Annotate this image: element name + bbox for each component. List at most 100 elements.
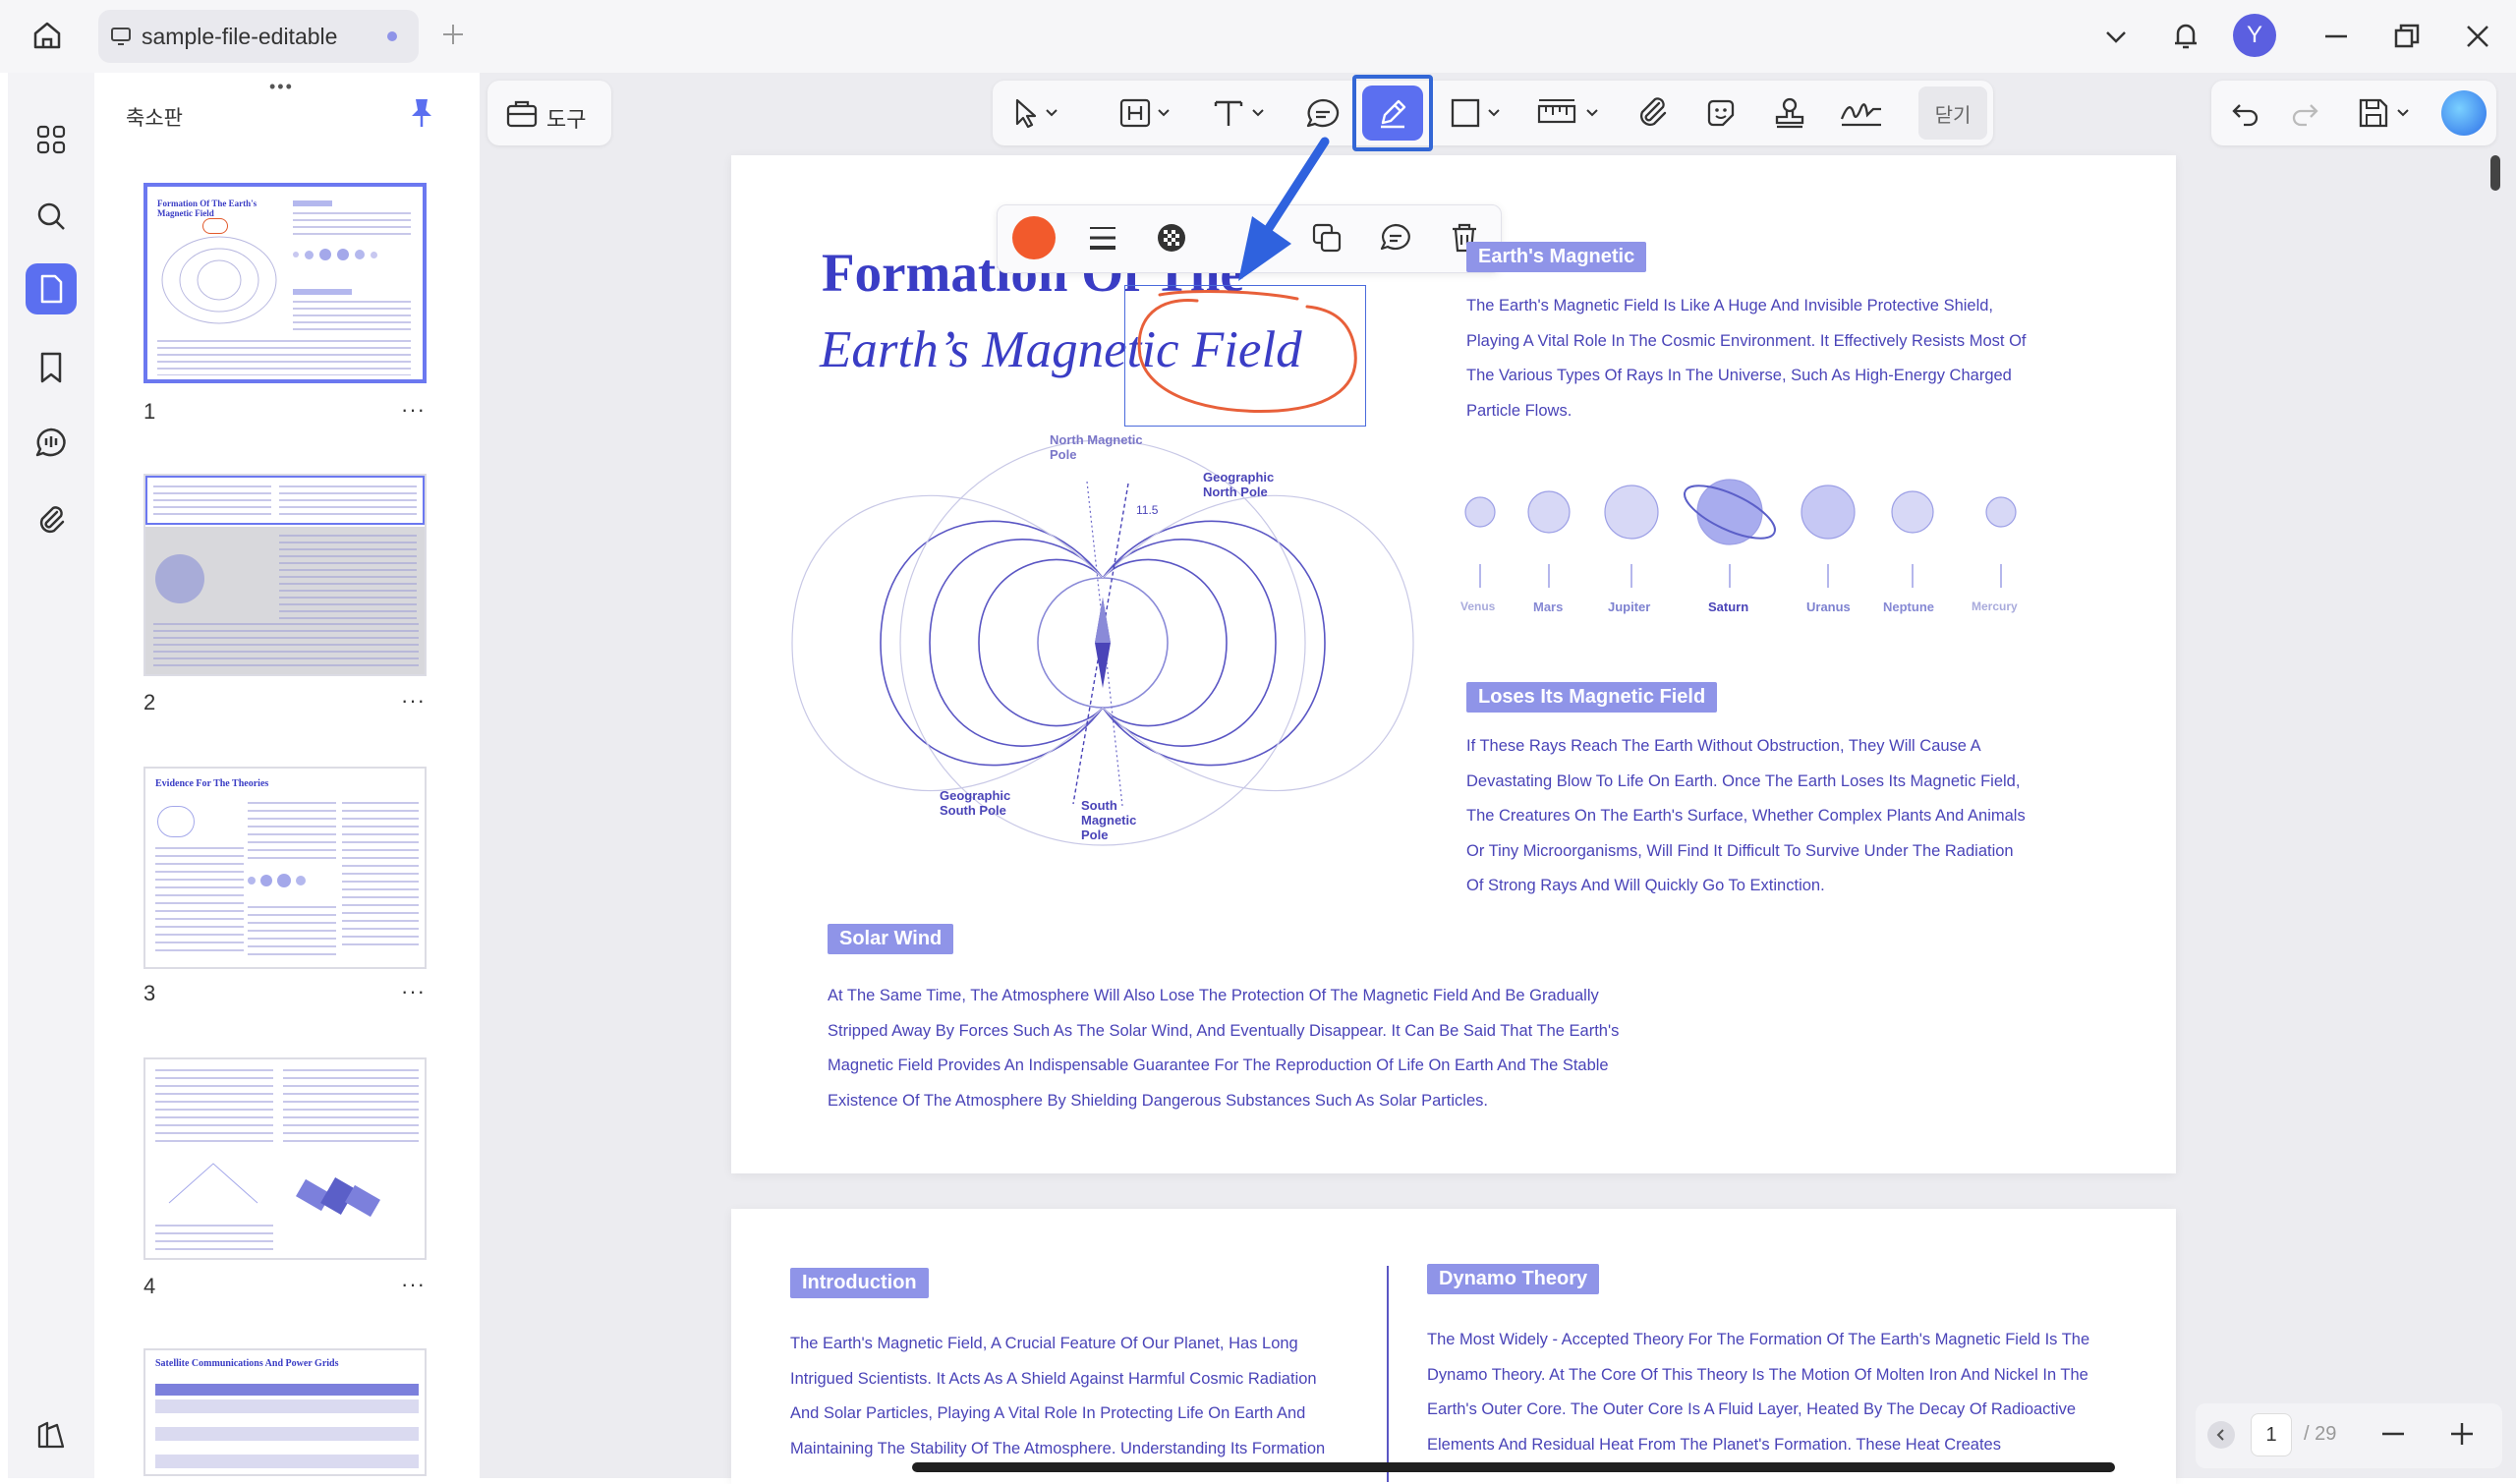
thumbnail-block bbox=[293, 246, 411, 263]
thumbnail-block bbox=[248, 906, 336, 955]
thumbnail-block bbox=[342, 802, 419, 949]
thumbnail-block bbox=[153, 623, 419, 666]
thumbnail-page-number: 2 bbox=[143, 690, 156, 714]
thumbnail-page-number: 4 bbox=[143, 1274, 156, 1298]
thumbnail-block bbox=[155, 1069, 273, 1148]
vertical-scrollbar[interactable] bbox=[2490, 155, 2500, 191]
add-comment-button[interactable] bbox=[1374, 216, 1417, 259]
select-tool-button[interactable] bbox=[1006, 86, 1065, 140]
redo-button[interactable] bbox=[2280, 88, 2329, 138]
label-geographic-south-pole: Geographic South Pole bbox=[940, 788, 1011, 818]
page-number-input[interactable]: 1 bbox=[2251, 1413, 2292, 1456]
stroke-width-button[interactable] bbox=[1081, 216, 1124, 259]
thumbnail-page-number: 1 bbox=[143, 399, 156, 424]
ai-assistant-icon[interactable] bbox=[2441, 90, 2487, 136]
page-thumbnail-3[interactable]: Evidence For The Theories bbox=[143, 767, 427, 969]
label-tilt-angle: 11.5 bbox=[1136, 503, 1159, 517]
checkerboard-icon bbox=[1158, 224, 1185, 252]
bookmark-icon[interactable] bbox=[26, 342, 77, 393]
thumbnail-more-button[interactable]: ··· bbox=[401, 688, 426, 713]
satellite-icon bbox=[296, 1177, 380, 1218]
thumbnail-more-button[interactable]: ··· bbox=[401, 397, 426, 423]
thumbnail-block bbox=[283, 1069, 419, 1148]
planets-diagram: Venus Mars Jupiter Saturn Uranus Neptune… bbox=[1455, 470, 2044, 627]
title-bar: sample-file-editable Y bbox=[0, 0, 2516, 73]
thumbnail-block bbox=[155, 1225, 273, 1254]
section-text-introduction[interactable]: The Earth's Magnetic Field, A Crucial Fe… bbox=[790, 1327, 1341, 1466]
bell-icon[interactable] bbox=[2168, 18, 2203, 58]
opacity-button[interactable] bbox=[1150, 216, 1193, 259]
comment-icon[interactable] bbox=[26, 417, 77, 468]
text-tool-button[interactable] bbox=[1205, 86, 1278, 140]
column-divider bbox=[1387, 1266, 1389, 1482]
layout-panel-icon[interactable] bbox=[26, 1409, 77, 1460]
pin-icon[interactable] bbox=[407, 96, 436, 135]
restore-icon[interactable] bbox=[2392, 22, 2422, 56]
minus-icon bbox=[2382, 1432, 2404, 1436]
signature-tool-button[interactable] bbox=[1832, 86, 1891, 140]
stamp-tool-button[interactable] bbox=[1765, 86, 1814, 140]
page-thumbnail-4[interactable] bbox=[143, 1057, 427, 1260]
search-icon[interactable] bbox=[26, 191, 77, 242]
thumbnail-globe bbox=[155, 554, 204, 603]
attachment-icon[interactable] bbox=[26, 493, 77, 544]
home-icon[interactable] bbox=[29, 18, 65, 53]
chevron-down-icon[interactable] bbox=[2101, 22, 2131, 56]
section-text-earths-magnetic[interactable]: The Earth's Magnetic Field Is Like A Hug… bbox=[1466, 289, 2027, 428]
color-picker-button[interactable] bbox=[1012, 216, 1056, 259]
pencil-icon bbox=[1381, 99, 1406, 129]
page-thumbnail-2[interactable] bbox=[143, 474, 427, 676]
shape-tool-button[interactable] bbox=[1441, 86, 1514, 140]
line-weight-icon bbox=[1090, 227, 1115, 250]
monitor-icon bbox=[110, 26, 132, 52]
page-thumbnail-5[interactable]: Satellite Communications And Power Grids bbox=[143, 1348, 427, 1476]
heading-h-icon bbox=[1119, 98, 1170, 128]
save-icon bbox=[2359, 98, 2409, 128]
pencil-tool-button[interactable] bbox=[1352, 75, 1433, 151]
thumbnail-view-icon[interactable] bbox=[26, 263, 77, 314]
panel-drag-handle[interactable]: ••• bbox=[269, 77, 294, 97]
thumbnail-block bbox=[279, 485, 417, 519]
section-header-dynamo-theory[interactable]: Dynamo Theory bbox=[1427, 1264, 1600, 1294]
close-toolbar-button[interactable]: 닫기 bbox=[1918, 86, 1987, 140]
zoom-out-button[interactable] bbox=[2378, 1419, 2408, 1454]
measure-tool-button[interactable] bbox=[1529, 86, 1612, 140]
prev-page-button[interactable] bbox=[2207, 1421, 2235, 1449]
save-button[interactable] bbox=[2351, 88, 2422, 138]
tools-menu[interactable]: 도구 bbox=[487, 81, 611, 145]
apps-grid-icon[interactable] bbox=[26, 114, 77, 165]
text-t-icon bbox=[1214, 100, 1264, 126]
planet-label: Neptune bbox=[1883, 599, 1934, 614]
thumbnail-block bbox=[155, 1384, 419, 1396]
new-tab-plus-icon[interactable] bbox=[438, 20, 468, 54]
thumbnail-diagram bbox=[168, 1163, 258, 1204]
thumbnail-block bbox=[293, 200, 332, 206]
section-text-solar-wind[interactable]: At The Same Time, The Atmosphere Will Al… bbox=[828, 979, 1643, 1118]
thumbnail-heading: Satellite Communications And Power Grids bbox=[155, 1358, 339, 1369]
highlight-tool-button[interactable] bbox=[1111, 86, 1183, 140]
undo-button[interactable] bbox=[2221, 88, 2270, 138]
section-header-solar-wind[interactable]: Solar Wind bbox=[828, 924, 954, 954]
thumbnail-more-button[interactable]: ··· bbox=[401, 979, 426, 1004]
thumbnail-more-button[interactable]: ··· bbox=[401, 1272, 426, 1297]
zoom-in-button[interactable] bbox=[2447, 1419, 2477, 1454]
section-header-earths-magnetic[interactable]: Earth's Magnetic bbox=[1466, 242, 1647, 272]
thumbnail-panel-title: 축소판 bbox=[126, 107, 183, 130]
section-text-loses-magnetic-field[interactable]: If These Rays Reach The Earth Without Ob… bbox=[1466, 729, 2027, 904]
planet-label: Jupiter bbox=[1608, 599, 1651, 614]
section-header-loses-magnetic-field[interactable]: Loses Its Magnetic Field bbox=[1466, 682, 1718, 713]
chevron-left-icon bbox=[2216, 1429, 2224, 1441]
attach-tool-button[interactable] bbox=[1628, 86, 1677, 140]
thumbnail-block bbox=[248, 802, 336, 861]
comment-tool-button[interactable] bbox=[1297, 86, 1348, 140]
sticker-tool-button[interactable] bbox=[1696, 86, 1745, 140]
page-thumbnail-1[interactable]: Formation Of The Earth's Magnetic Field bbox=[143, 183, 427, 383]
ink-annotation[interactable] bbox=[1130, 287, 1366, 425]
close-icon[interactable] bbox=[2463, 22, 2492, 56]
page-total: / 29 bbox=[2304, 1423, 2337, 1445]
section-text-dynamo-theory[interactable]: The Most Widely - Accepted Theory For Th… bbox=[1427, 1323, 2095, 1462]
avatar[interactable]: Y bbox=[2233, 14, 2276, 57]
section-header-introduction[interactable]: Introduction bbox=[790, 1268, 929, 1298]
minimize-icon[interactable] bbox=[2321, 22, 2351, 56]
horizontal-scrollbar[interactable] bbox=[912, 1462, 2115, 1472]
